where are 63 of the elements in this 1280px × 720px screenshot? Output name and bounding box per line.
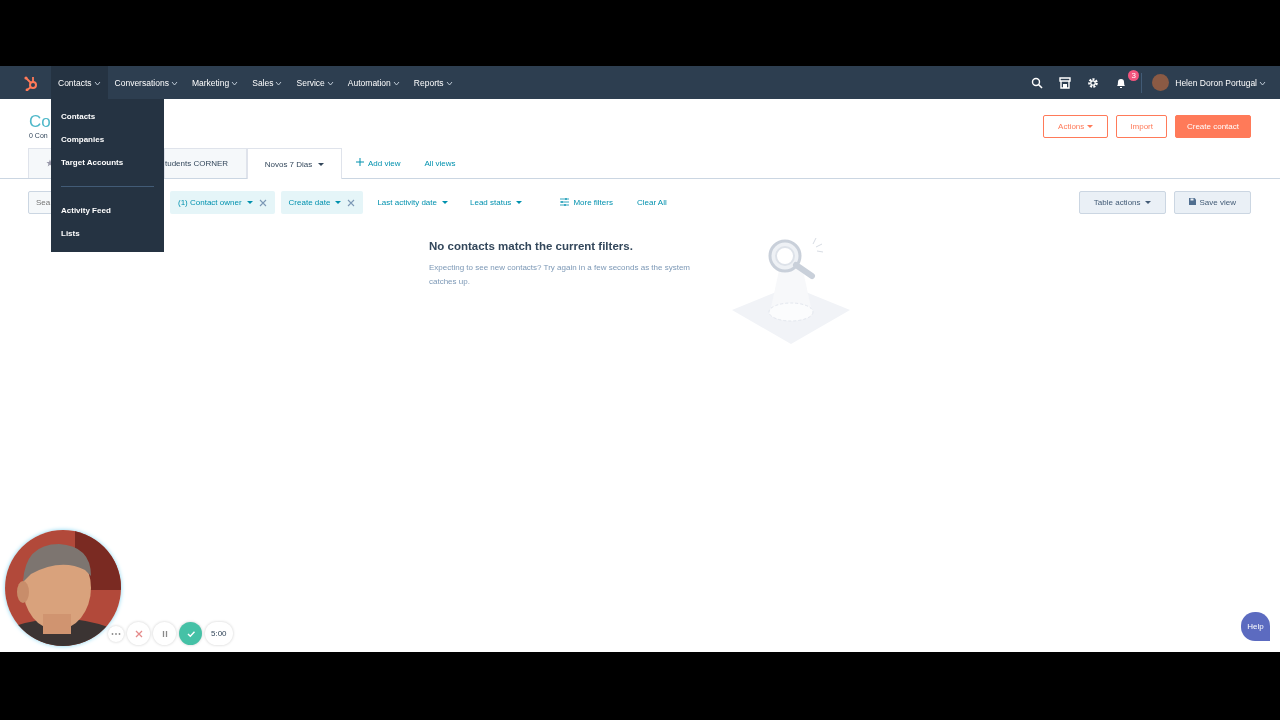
chevron-down-icon xyxy=(170,79,178,86)
done-button[interactable] xyxy=(179,622,202,645)
sprocket-logo-icon xyxy=(23,74,39,91)
caret-icon xyxy=(318,161,325,167)
close-icon[interactable] xyxy=(258,198,267,207)
more-filters-link[interactable]: More filters xyxy=(560,197,613,208)
empty-state-heading: No contacts match the current filters. xyxy=(429,240,634,252)
save-icon xyxy=(1188,198,1196,207)
dropdown-menu-item[interactable]: Contacts xyxy=(51,105,106,128)
nav-menu-item[interactable]: Contacts xyxy=(51,66,108,99)
add-view-link[interactable]: Add view xyxy=(342,148,401,178)
caret-icon xyxy=(246,200,253,205)
more-options-button[interactable] xyxy=(108,625,124,642)
chevron-down-icon xyxy=(1259,79,1266,86)
settings-icon[interactable] xyxy=(1087,76,1100,89)
search-icon[interactable] xyxy=(1031,76,1044,89)
dropdown-menu-item[interactable]: Target Accounts xyxy=(51,151,134,174)
recording-timer: 5:00 xyxy=(205,622,233,645)
account-menu[interactable]: Helen Doron Portugal xyxy=(1175,77,1266,88)
avatar[interactable] xyxy=(1152,74,1170,91)
help-button[interactable]: Help xyxy=(1241,612,1270,641)
all-views-link[interactable]: All views xyxy=(400,148,456,178)
caret-icon xyxy=(1144,200,1151,205)
view-tab[interactable]: Novos 7 Dias xyxy=(247,148,342,179)
filter-dropdown[interactable]: Lead status xyxy=(462,191,531,214)
ellipsis-icon xyxy=(111,631,121,636)
chevron-down-icon xyxy=(93,79,101,86)
notifications-icon[interactable] xyxy=(1115,76,1128,89)
empty-state-text: Expecting to see new contacts? Try again in a few seconds as the system catches up. xyxy=(429,262,691,288)
plus-icon xyxy=(356,158,364,168)
caret-icon xyxy=(1087,124,1094,129)
chevron-down-icon xyxy=(231,79,239,86)
caret-icon xyxy=(335,200,342,205)
nav-menu-item[interactable]: Service xyxy=(289,66,341,99)
save-view-button[interactable]: Save view xyxy=(1173,191,1251,214)
chevron-down-icon xyxy=(445,79,453,86)
nav-menu-item[interactable]: Reports xyxy=(406,66,460,99)
close-icon xyxy=(133,628,144,639)
chevron-down-icon xyxy=(275,79,283,86)
nav-menu-item[interactable]: Conversations xyxy=(107,66,185,99)
notification-count: 3 xyxy=(1128,69,1140,81)
filter-dropdown[interactable]: Create date xyxy=(280,191,364,214)
nav-menu-item[interactable]: Marketing xyxy=(184,66,246,99)
view-tab[interactable]: tudents CORNER xyxy=(164,148,247,178)
caret-icon xyxy=(516,200,523,205)
clear-all-link[interactable]: Clear All xyxy=(636,198,667,207)
nav-menu-item[interactable]: Sales xyxy=(245,66,290,99)
caret-icon xyxy=(442,200,448,205)
dropdown-menu-item[interactable]: Activity Feed xyxy=(51,199,121,222)
chevron-down-icon xyxy=(326,79,334,86)
filter-dropdown[interactable]: Last activity date xyxy=(369,191,456,214)
pause-button[interactable] xyxy=(153,622,176,645)
nav-menu-item[interactable]: Automation xyxy=(340,66,407,99)
sliders-icon xyxy=(560,197,570,208)
dropdown-menu-item[interactable]: Lists xyxy=(51,222,90,245)
filter-dropdown[interactable]: (1) Contact owner xyxy=(170,191,275,214)
dropdown-menu-item[interactable]: Companies xyxy=(51,128,115,151)
close-icon[interactable] xyxy=(347,198,356,207)
close-button[interactable] xyxy=(127,622,150,645)
table-actions-button[interactable]: Table actions xyxy=(1078,191,1166,214)
page-title: Co xyxy=(29,113,51,131)
chevron-down-icon xyxy=(392,79,400,86)
marketplace-icon[interactable] xyxy=(1059,76,1072,89)
